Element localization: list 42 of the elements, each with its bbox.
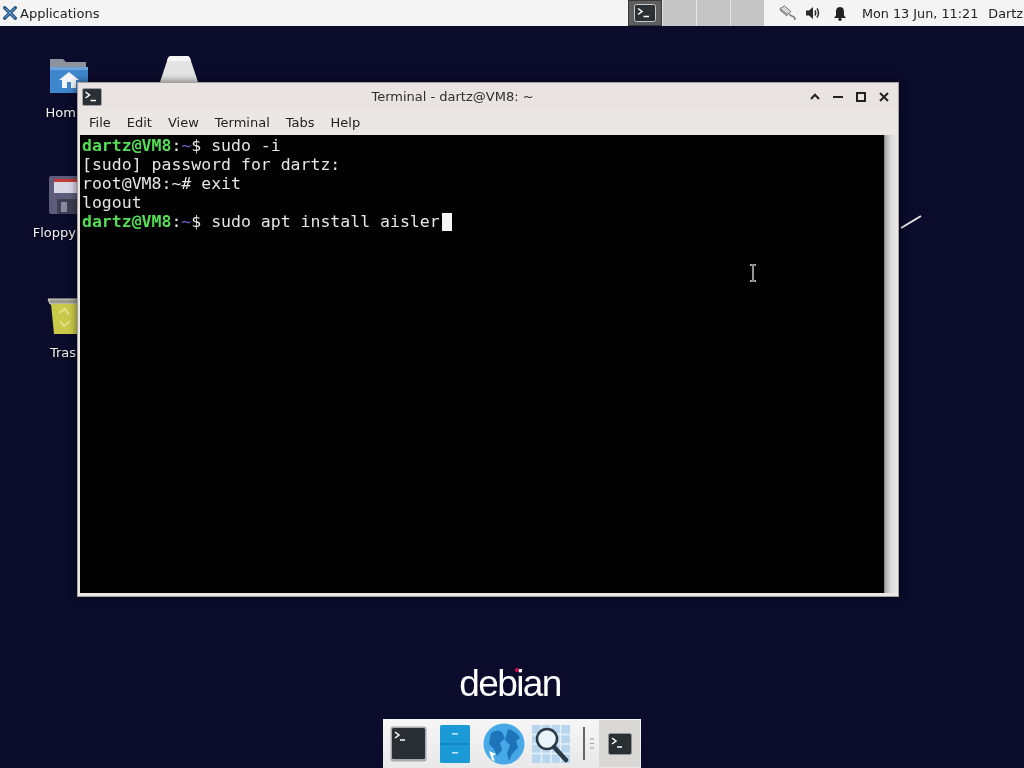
menu-item[interactable]: View [159, 112, 207, 132]
drive-icon[interactable] [158, 55, 200, 82]
terminal-icon[interactable] [390, 725, 427, 762]
volume-icon[interactable] [804, 6, 821, 20]
maximize-icon [855, 91, 866, 102]
terminal-line: root@VM8:~# exit [82, 174, 241, 193]
trash-bin-icon[interactable] [47, 295, 77, 335]
taskbar-window-button[interactable] [599, 720, 640, 767]
menu-item[interactable]: File [81, 112, 119, 132]
minimize-icon [832, 95, 843, 98]
terminal-line: dartz@VM8:~$ sudo -i [82, 136, 281, 155]
scrollbar[interactable] [884, 135, 896, 593]
menu-item[interactable]: Help [322, 112, 369, 132]
close-icon [878, 91, 889, 102]
applications-menu-button[interactable]: Applications [0, 0, 104, 26]
user-menu-button[interactable]: Dartz [988, 5, 1023, 21]
clock[interactable]: Mon 13 Jun, 11:21 [861, 5, 979, 21]
globe-icon[interactable] [483, 722, 525, 765]
terminal-line: logout [82, 193, 142, 212]
magnifier-icon[interactable] [532, 724, 570, 763]
menu-item[interactable]: Edit [118, 112, 160, 132]
drag-handle-icon[interactable] [590, 738, 594, 749]
window-title: Terminal - dartz@VM8: ~ [370, 89, 535, 104]
debian-logo: debian [459, 664, 561, 704]
terminal-icon [82, 87, 102, 106]
file-cabinet-icon[interactable] [440, 724, 470, 763]
chevron-up-icon [809, 93, 820, 100]
x-logo-icon [3, 6, 17, 20]
network-plug-icon[interactable] [777, 5, 796, 21]
ibeam-pointer-icon [749, 264, 757, 282]
menu-item[interactable]: Tabs [277, 112, 323, 132]
terminal-line: [sudo] password for dartz: [82, 155, 341, 174]
diagonal-stroke-icon [900, 215, 922, 229]
desktop-icon-label[interactable]: Tras [49, 345, 76, 360]
desktop-icon-label[interactable]: Floppy [32, 225, 76, 240]
terminal-icon [607, 732, 632, 755]
workspace-button[interactable] [627, 0, 662, 26]
terminal-screen[interactable]: dartz@VM8:~$ sudo -i [sudo] password for dartz: root@VM8:~# exit logout dartz@VM8:~$ sudo apt install aisler [80, 135, 884, 593]
terminal-line: dartz@VM8:~$ sudo apt install aisler [82, 212, 440, 231]
bell-icon[interactable] [832, 5, 847, 21]
menu-item[interactable]: Terminal [206, 112, 278, 132]
desktop-icon-label[interactable]: Hom [45, 105, 76, 120]
